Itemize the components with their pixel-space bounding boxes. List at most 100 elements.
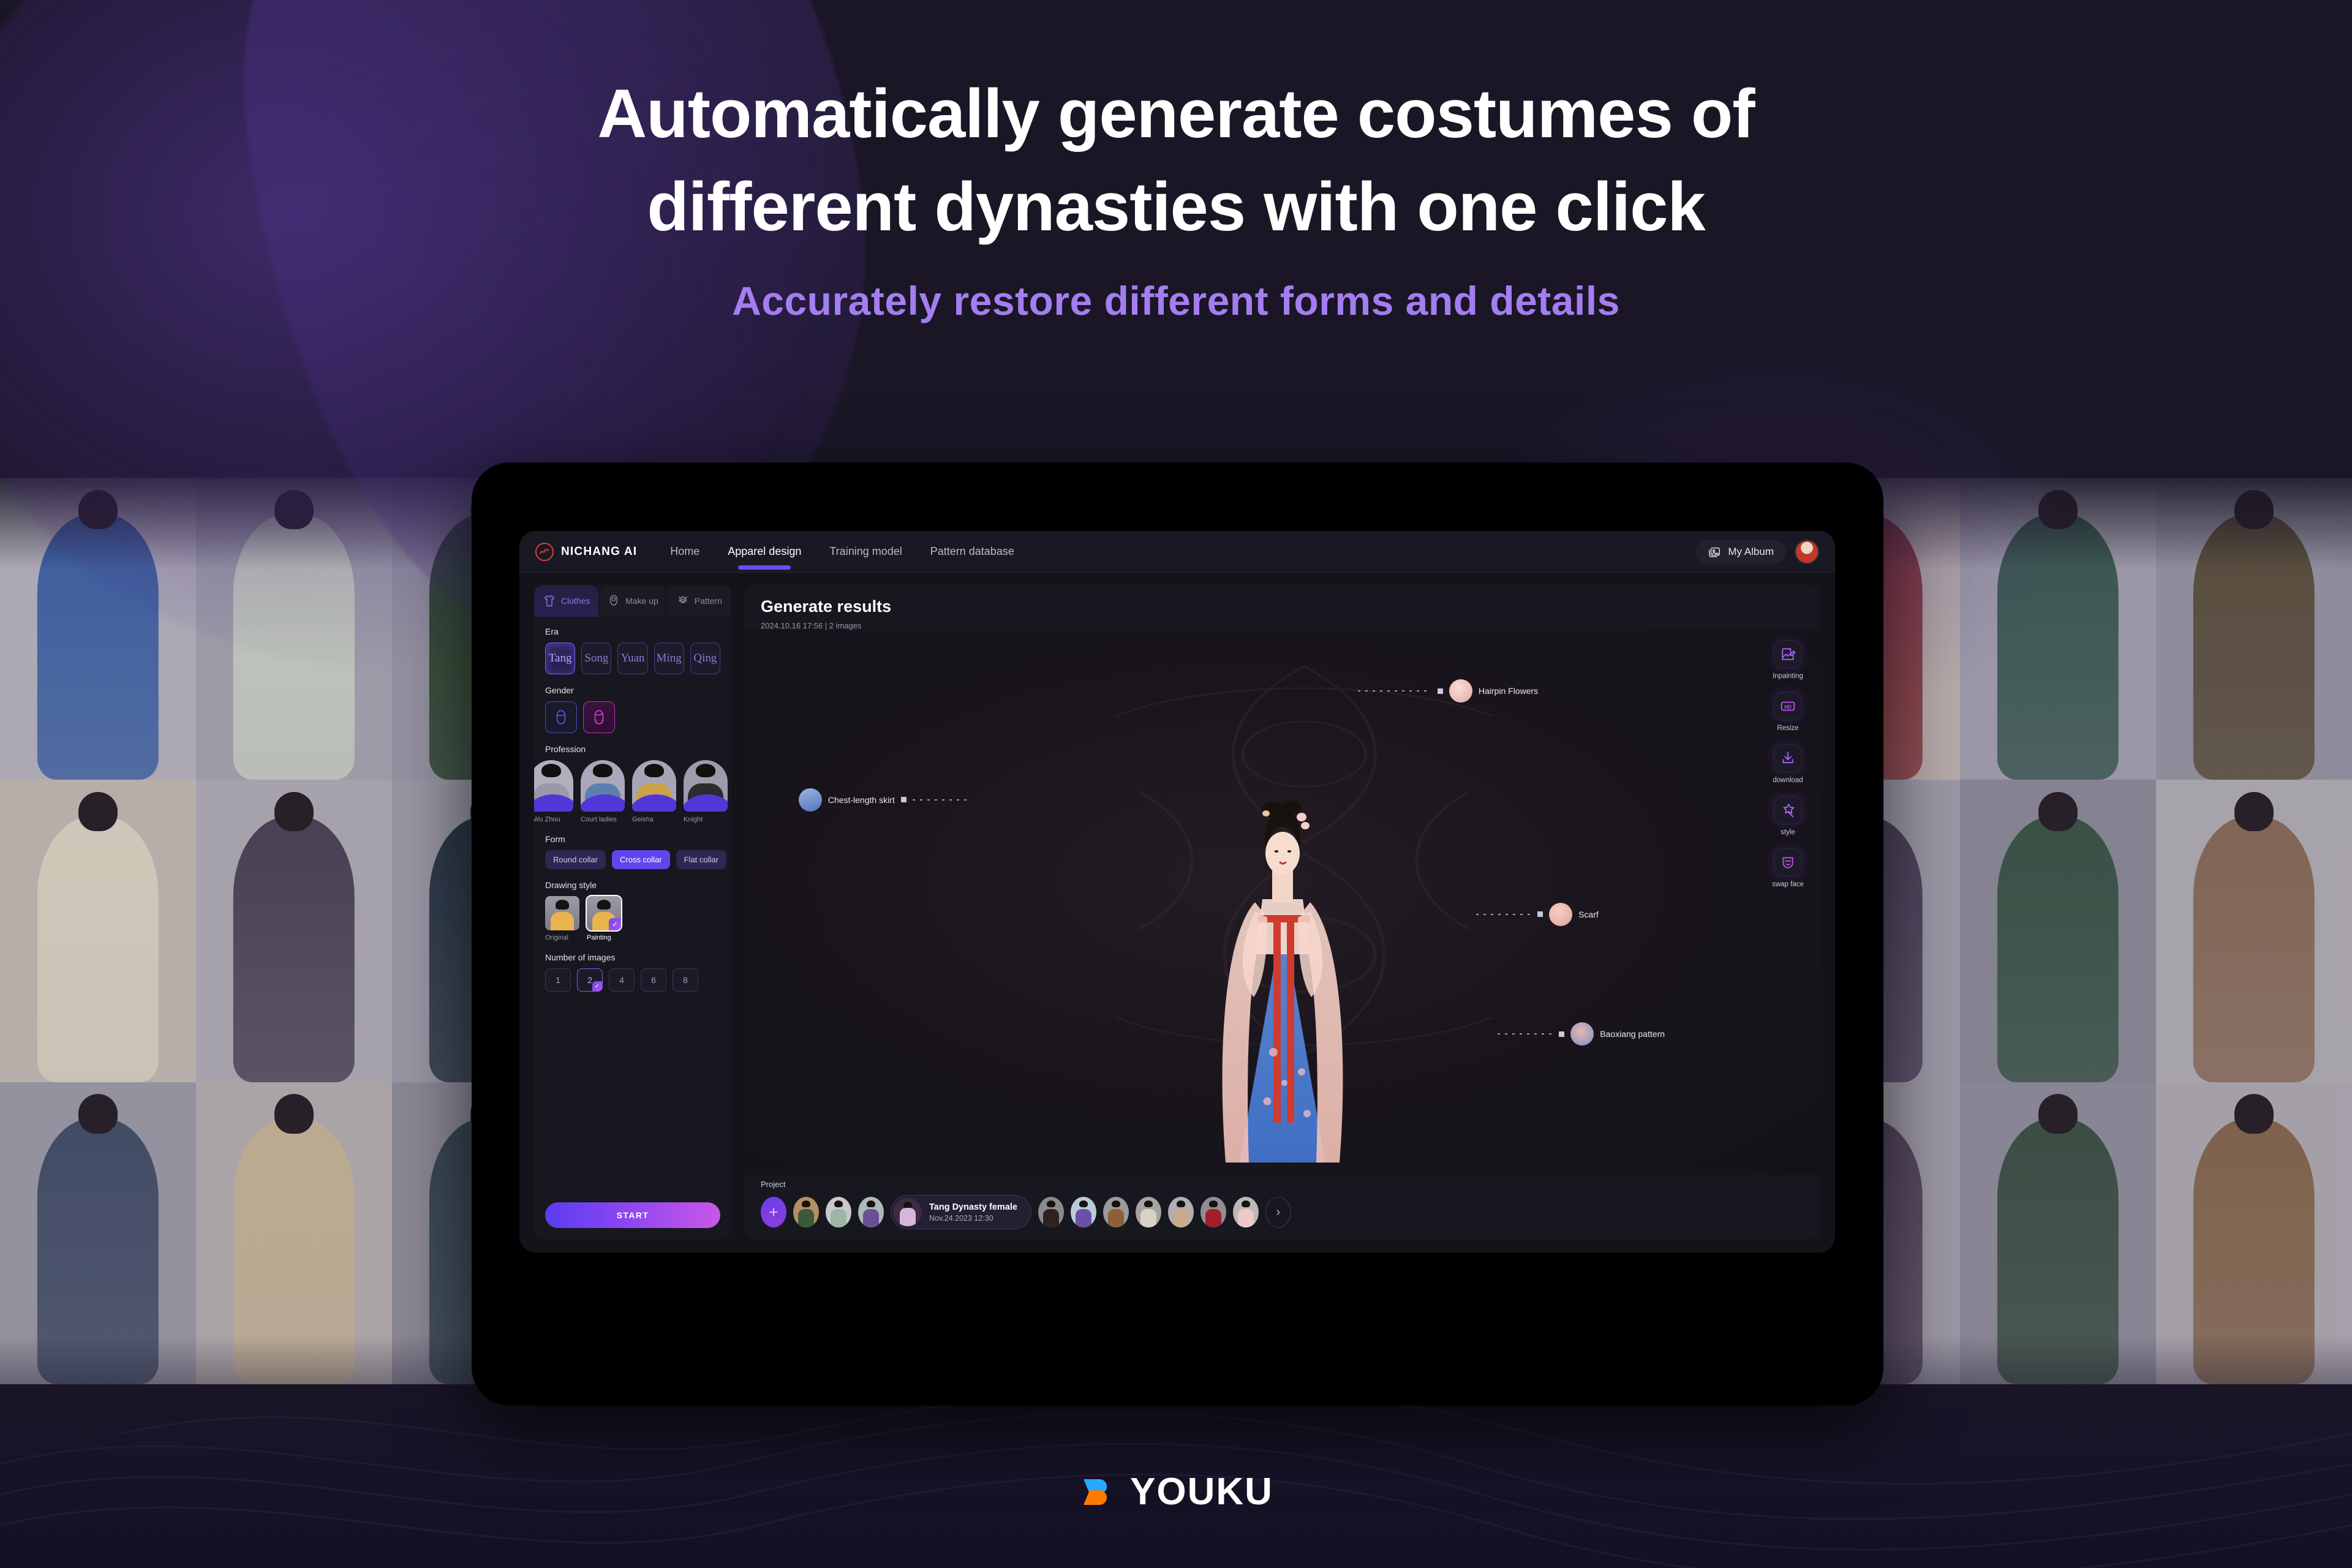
nav-item-training-model[interactable]: Training model [829, 531, 902, 572]
annotation-scarf[interactable]: Scarf [1476, 902, 1599, 926]
clothes-icon [544, 595, 555, 606]
drawing-style-label-painting: Painting [587, 934, 611, 941]
tool-download[interactable]: download [1773, 744, 1803, 784]
drawing-style-option-original[interactable]: Original [545, 896, 579, 941]
era-option-yuan[interactable]: Yuan [617, 643, 648, 674]
form-option-flat-collar[interactable]: Flat collar [676, 850, 726, 869]
project-thumbnail[interactable] [858, 1197, 884, 1227]
nav-item-apparel-design[interactable]: Apparel design [728, 531, 801, 572]
gender-option-female[interactable] [583, 701, 615, 733]
image-stack-icon [1709, 547, 1721, 557]
annotation-baoxiang-pattern[interactable]: Baoxiang pattern [1498, 1022, 1665, 1046]
tool-swap-face-label: swap face [1772, 881, 1804, 888]
project-thumbnail[interactable] [826, 1197, 851, 1227]
tool-swap-face[interactable]: swap face [1772, 848, 1804, 888]
project-selected-thumbnail[interactable] [894, 1198, 922, 1226]
tab-makeup[interactable]: Make up [600, 585, 665, 617]
thumb-hair [903, 1201, 912, 1208]
number-option-6[interactable]: 6 [641, 968, 666, 992]
thumb-hair [1111, 1200, 1120, 1207]
main-navigation: Home Apparel design Training model Patte… [670, 531, 1014, 572]
project-thumbnail[interactable] [1135, 1197, 1161, 1227]
annotation-label-hairpin-flowers: Hairpin Flowers [1478, 686, 1539, 696]
number-option-2[interactable]: 2 ✓ [577, 968, 603, 992]
background-photo-cell [2156, 780, 2352, 1082]
form-option-round-collar[interactable]: Round collar [545, 850, 606, 869]
tab-clothes[interactable]: Clothes [534, 585, 599, 617]
era-option-qing[interactable]: Qing [690, 643, 721, 674]
drawing-style-field: Drawing style Original ✓ Painting [545, 880, 720, 941]
profession-label: Profession [545, 744, 586, 754]
my-album-button[interactable]: My Album [1695, 540, 1786, 564]
background-figure-head [2234, 1094, 2274, 1134]
hero-title-line-1: Automatically generate costumes of [597, 75, 1755, 152]
youku-wordmark: YOUKU [1130, 1471, 1273, 1513]
nav-item-pattern-database[interactable]: Pattern database [930, 531, 1014, 572]
tab-pattern[interactable]: Pattern [666, 585, 731, 617]
project-thumbnail[interactable] [1102, 1197, 1129, 1227]
results-panel: Generate results 2024.10.16 17:56 | 2 im… [745, 585, 1820, 1239]
thumb-body [1140, 1209, 1156, 1227]
gender-option-male[interactable] [545, 701, 577, 733]
project-selected-card[interactable]: Tang Dynasty female Nov.24.2023 12:30 [891, 1195, 1031, 1229]
tool-inpainting[interactable]: Inpainting [1773, 640, 1803, 680]
tool-style[interactable]: style [1774, 796, 1802, 836]
project-list: + Tang Dynasty female Nov.24.2023 12:30 › [761, 1195, 1804, 1229]
background-figure-head [78, 1094, 118, 1134]
tool-swap-face-box [1774, 848, 1802, 876]
project-next-button[interactable]: › [1265, 1197, 1291, 1227]
pattern-icon [678, 595, 687, 603]
project-add-button[interactable]: + [761, 1197, 786, 1227]
form-option-cross-collar[interactable]: Cross collar [612, 850, 670, 869]
drawing-style-option-painting[interactable]: ✓ Painting [586, 895, 622, 941]
era-option-ming[interactable]: Ming [654, 643, 684, 674]
tool-download-box [1773, 744, 1802, 772]
number-option-1[interactable]: 1 [545, 968, 571, 992]
project-thumbnail[interactable] [1070, 1197, 1096, 1227]
profession-option[interactable]: Court ladies [581, 760, 625, 823]
profession-thumbnail [581, 760, 625, 812]
start-button[interactable]: START [545, 1202, 720, 1228]
thumb-body [1237, 1209, 1254, 1227]
thumb-body [1042, 1209, 1059, 1227]
thumb-hair [1208, 1200, 1218, 1207]
background-figure-head [274, 1094, 314, 1134]
annotation-connector [1476, 913, 1532, 915]
tool-style-label: style [1781, 829, 1795, 836]
project-thumbnail[interactable] [1232, 1197, 1259, 1227]
form-label: Form [545, 834, 565, 844]
brand-logo[interactable]: NICHANG AI [535, 542, 637, 561]
tool-resize[interactable]: HD Resize [1774, 692, 1802, 732]
background-photo-cell [1960, 780, 2156, 1082]
era-option-tang[interactable]: Tang [545, 643, 576, 674]
annotation-chest-length-skirt[interactable]: Chest-length skirt [798, 788, 968, 812]
form-field: Form Round collar Cross collar Flat coll… [545, 834, 726, 869]
thumb-body [1075, 1209, 1091, 1227]
annotation-hairpin-flowers[interactable]: Hairpin Flowers [1357, 679, 1539, 703]
profession-option-label: f Wu Zhou [534, 816, 560, 823]
user-avatar[interactable] [1795, 539, 1819, 564]
number-option-4[interactable]: 4 [609, 968, 635, 992]
hero-subtitle: Accurately restore different forms and d… [732, 277, 1620, 323]
tab-makeup-label: Make up [625, 596, 658, 606]
profession-option[interactable]: Geisha [632, 760, 676, 823]
profession-option[interactable]: f Wu Zhou [534, 760, 573, 823]
era-label: Era [545, 627, 559, 636]
generated-model-image[interactable] [1182, 795, 1384, 1175]
project-thumbnail[interactable] [1200, 1197, 1226, 1227]
project-thumbnail[interactable] [793, 1197, 819, 1227]
number-option-8[interactable]: 8 [673, 968, 698, 992]
annotation-connector [1498, 1033, 1553, 1035]
profession-option[interactable]: Knight [684, 760, 728, 823]
profession-option-label: Knight [684, 816, 703, 823]
era-option-song[interactable]: Song [581, 643, 612, 674]
project-selected-meta: Tang Dynasty female Nov.24.2023 12:30 [929, 1202, 1017, 1223]
nav-item-home[interactable]: Home [670, 531, 699, 572]
annotation-label-chest-length-skirt: Chest-length skirt [827, 794, 895, 805]
annotation-thumbnail [1570, 1022, 1594, 1046]
project-thumbnail[interactable] [1167, 1197, 1194, 1227]
thumb-hair [597, 900, 611, 910]
annotation-marker [900, 797, 907, 803]
project-thumbnail[interactable] [1038, 1197, 1064, 1227]
youku-mark-icon [1079, 1473, 1117, 1511]
